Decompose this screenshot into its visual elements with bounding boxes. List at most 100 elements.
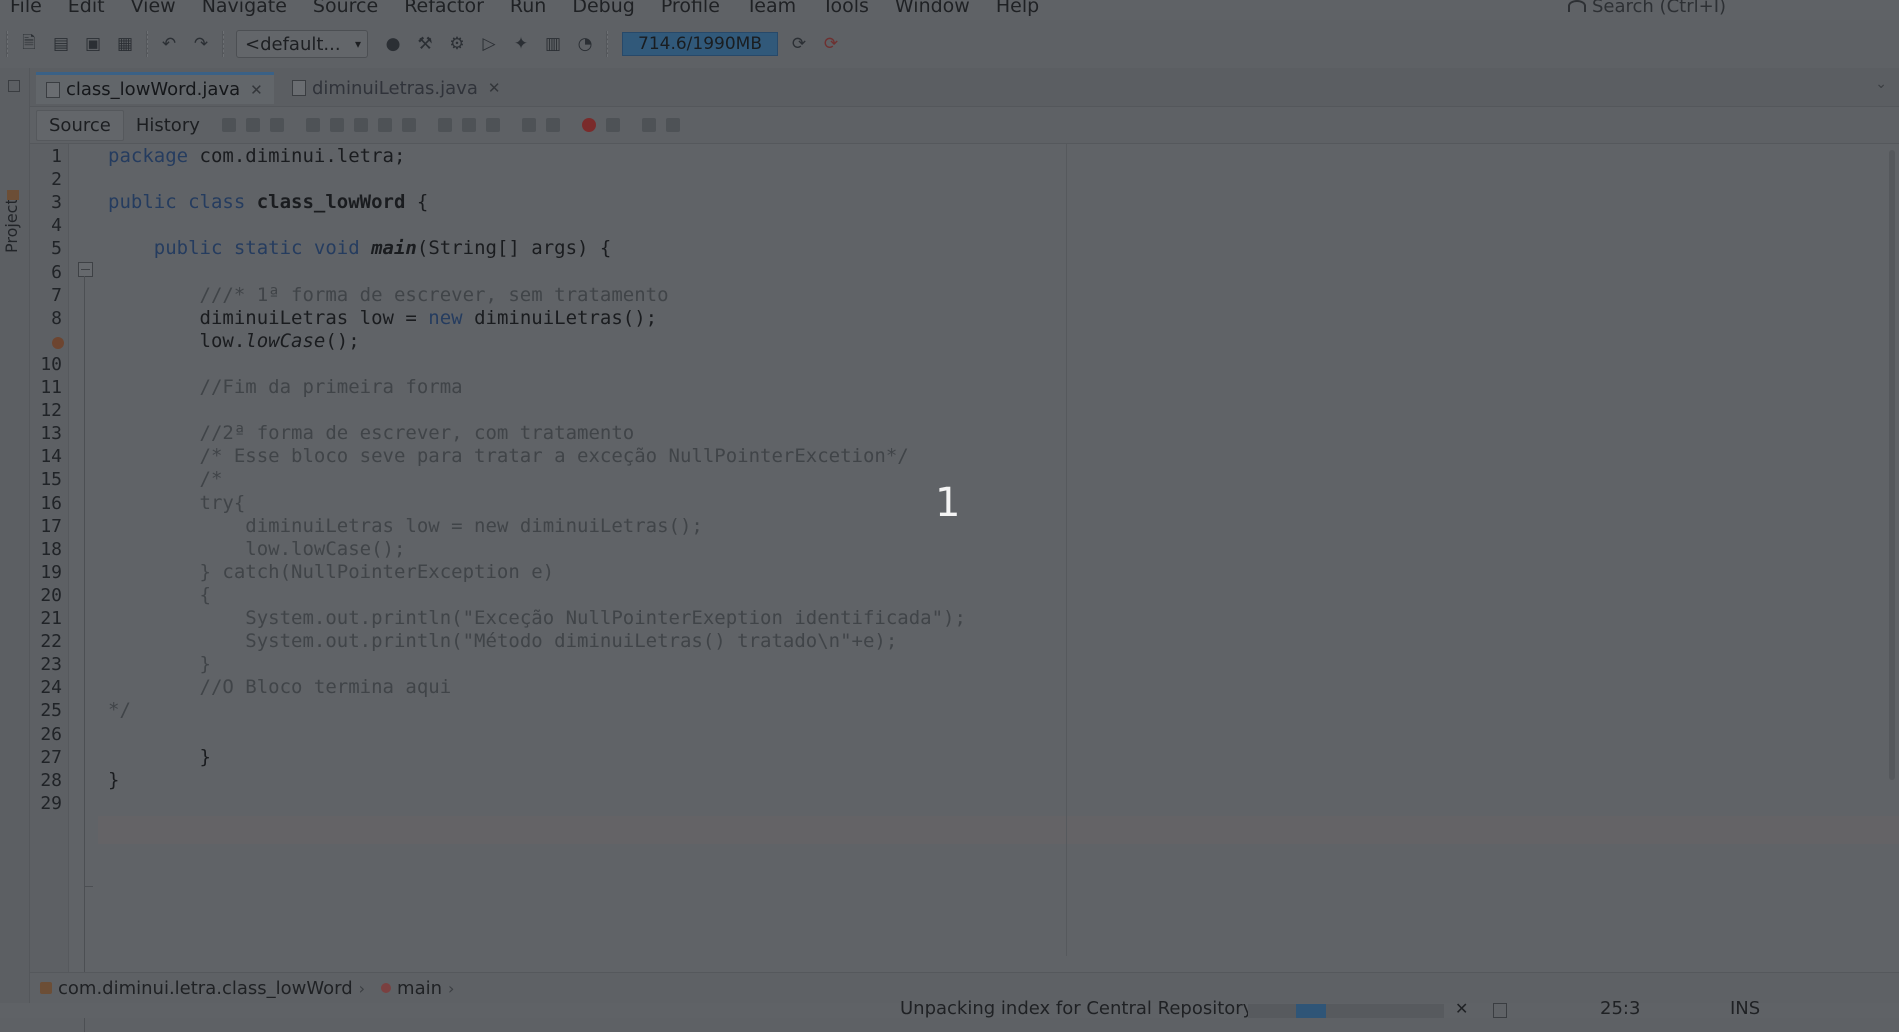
save-all-icon[interactable]: ▦ xyxy=(114,33,136,55)
hammer-icon[interactable]: ⚒ xyxy=(414,33,436,55)
menu-file[interactable]: File xyxy=(10,0,42,16)
menu-help[interactable]: Help xyxy=(996,0,1039,16)
breadcrumb-method[interactable]: main xyxy=(397,978,442,999)
code-token: diminuiLetras low = xyxy=(108,306,429,329)
menu-refactor[interactable]: Refactor xyxy=(404,0,484,16)
line-number: 25 xyxy=(40,700,62,722)
stop-macro-icon[interactable] xyxy=(605,118,620,132)
globe-icon[interactable]: ● xyxy=(382,33,404,55)
code-token: public static void xyxy=(153,237,372,260)
memory-value: 714.6/1990MB xyxy=(638,34,762,54)
line-number: 16 xyxy=(40,492,62,514)
code-line: } xyxy=(108,743,211,771)
menu-window[interactable]: Window xyxy=(895,0,970,16)
code-line: package com.diminui.letra; xyxy=(108,142,405,170)
left-side-panel: Projects xyxy=(0,68,30,1018)
prev-bookmark-icon[interactable] xyxy=(437,118,452,132)
editor-tabbar: class_lowWord.java ✕ diminuiLetras.java … xyxy=(30,68,1899,107)
toolbar-separator xyxy=(606,31,608,57)
find-prev-icon[interactable] xyxy=(329,118,344,132)
chevron-right-icon: › xyxy=(358,978,366,998)
menu-debug[interactable]: Debug xyxy=(572,0,634,16)
tab-list-chevron-icon[interactable]: ⌄ xyxy=(1875,76,1887,92)
menu-source[interactable]: Source xyxy=(313,0,378,16)
tab-diminuiletras[interactable]: diminuiLetras.java ✕ xyxy=(282,72,522,104)
overlay-number: 1 xyxy=(935,480,961,526)
undo-icon[interactable]: ↶ xyxy=(158,33,180,55)
run-icon[interactable]: ▷ xyxy=(478,33,500,55)
vertical-scrollbar[interactable] xyxy=(1889,150,1895,780)
memory-indicator[interactable]: 714.6/1990MB xyxy=(622,32,778,56)
toggle-rect-select-icon[interactable] xyxy=(401,118,416,132)
code-token: } catch(NullPointerException e) xyxy=(199,560,555,583)
find-icon[interactable] xyxy=(305,118,320,132)
search-box[interactable]: Search (Ctrl+I) xyxy=(1568,0,1726,16)
current-line-highlight xyxy=(98,816,1899,844)
code-token: System.out.println("Exceção NullPointerE… xyxy=(245,607,966,629)
warning-icon[interactable] xyxy=(52,336,64,349)
menu-run[interactable]: Run xyxy=(510,0,546,16)
chevron-right-icon: › xyxy=(448,978,455,998)
line-number: 26 xyxy=(40,723,62,745)
toggle-bookmark-icon[interactable] xyxy=(485,118,500,132)
profile-icon[interactable]: ▥ xyxy=(542,33,564,55)
right-margin-line xyxy=(1066,144,1067,956)
chevron-down-icon: ▾ xyxy=(354,37,361,51)
code-token: { xyxy=(199,583,211,606)
cancel-progress-icon[interactable]: ✕ xyxy=(1455,1000,1468,1018)
open-project-icon[interactable]: ▣ xyxy=(82,33,104,55)
menu-edit[interactable]: Edit xyxy=(68,0,105,16)
tab-class-lowword[interactable]: class_lowWord.java ✕ xyxy=(36,72,274,104)
uncomment-icon[interactable] xyxy=(665,118,680,132)
line-number: 13 xyxy=(40,423,62,445)
fold-toggle-icon[interactable] xyxy=(78,262,93,277)
breadcrumb-class[interactable]: com.diminui.letra.class_lowWord xyxy=(58,978,353,999)
menu-profile[interactable]: Profile xyxy=(661,0,720,16)
find-next-icon[interactable] xyxy=(353,118,368,132)
gc-icon[interactable]: ⟳ xyxy=(788,33,810,55)
redo-icon[interactable]: ↷ xyxy=(190,33,212,55)
menu-view[interactable]: View xyxy=(131,0,176,16)
shift-right-icon[interactable] xyxy=(545,118,560,132)
back-icon[interactable] xyxy=(245,118,260,132)
toolbar-grip xyxy=(6,31,8,57)
fold-guide xyxy=(84,276,85,1032)
profile-project-icon[interactable]: ◔ xyxy=(574,33,596,55)
menu-navigate[interactable]: Navigate xyxy=(202,0,287,16)
last-edit-icon[interactable] xyxy=(221,118,236,132)
record-macro-icon[interactable] xyxy=(581,118,596,132)
line-number: 15 xyxy=(40,469,62,491)
menu-team[interactable]: Team xyxy=(746,0,796,16)
close-icon[interactable]: ✕ xyxy=(488,79,501,97)
new-file-icon[interactable]: 🗎 xyxy=(18,33,40,55)
new-project-icon[interactable]: ▤ xyxy=(50,33,72,55)
forward-icon[interactable] xyxy=(269,118,284,132)
toggle-highlight-icon[interactable] xyxy=(377,118,392,132)
source-tab[interactable]: Source xyxy=(36,109,124,141)
line-number: 5 xyxy=(51,238,62,260)
line-number: 21 xyxy=(40,608,62,629)
clean-build-icon[interactable]: ⚙ xyxy=(446,33,468,55)
toolbar-separator xyxy=(146,31,148,57)
line-number: 23 xyxy=(40,654,62,676)
code-token: public class xyxy=(108,191,257,214)
minimize-icon[interactable] xyxy=(8,80,20,92)
config-select[interactable]: <default... ▾ xyxy=(236,30,368,58)
menu-tools[interactable]: Tools xyxy=(822,0,869,16)
history-tab[interactable]: History xyxy=(124,111,212,140)
notifications-icon[interactable] xyxy=(1493,1003,1507,1018)
comment-icon[interactable] xyxy=(641,118,656,132)
next-bookmark-icon[interactable] xyxy=(461,118,476,132)
line-number: 24 xyxy=(40,677,62,699)
debug-icon[interactable]: ✦ xyxy=(510,33,532,55)
code-editor[interactable]: 1 package com.diminui.letra; 2 3 public clas… xyxy=(30,142,1899,1032)
shift-left-icon[interactable] xyxy=(521,118,536,132)
line-number: 3 xyxy=(51,192,62,214)
close-icon[interactable]: ✕ xyxy=(250,81,263,99)
stop-gc-icon[interactable]: ⟳ xyxy=(820,33,842,55)
